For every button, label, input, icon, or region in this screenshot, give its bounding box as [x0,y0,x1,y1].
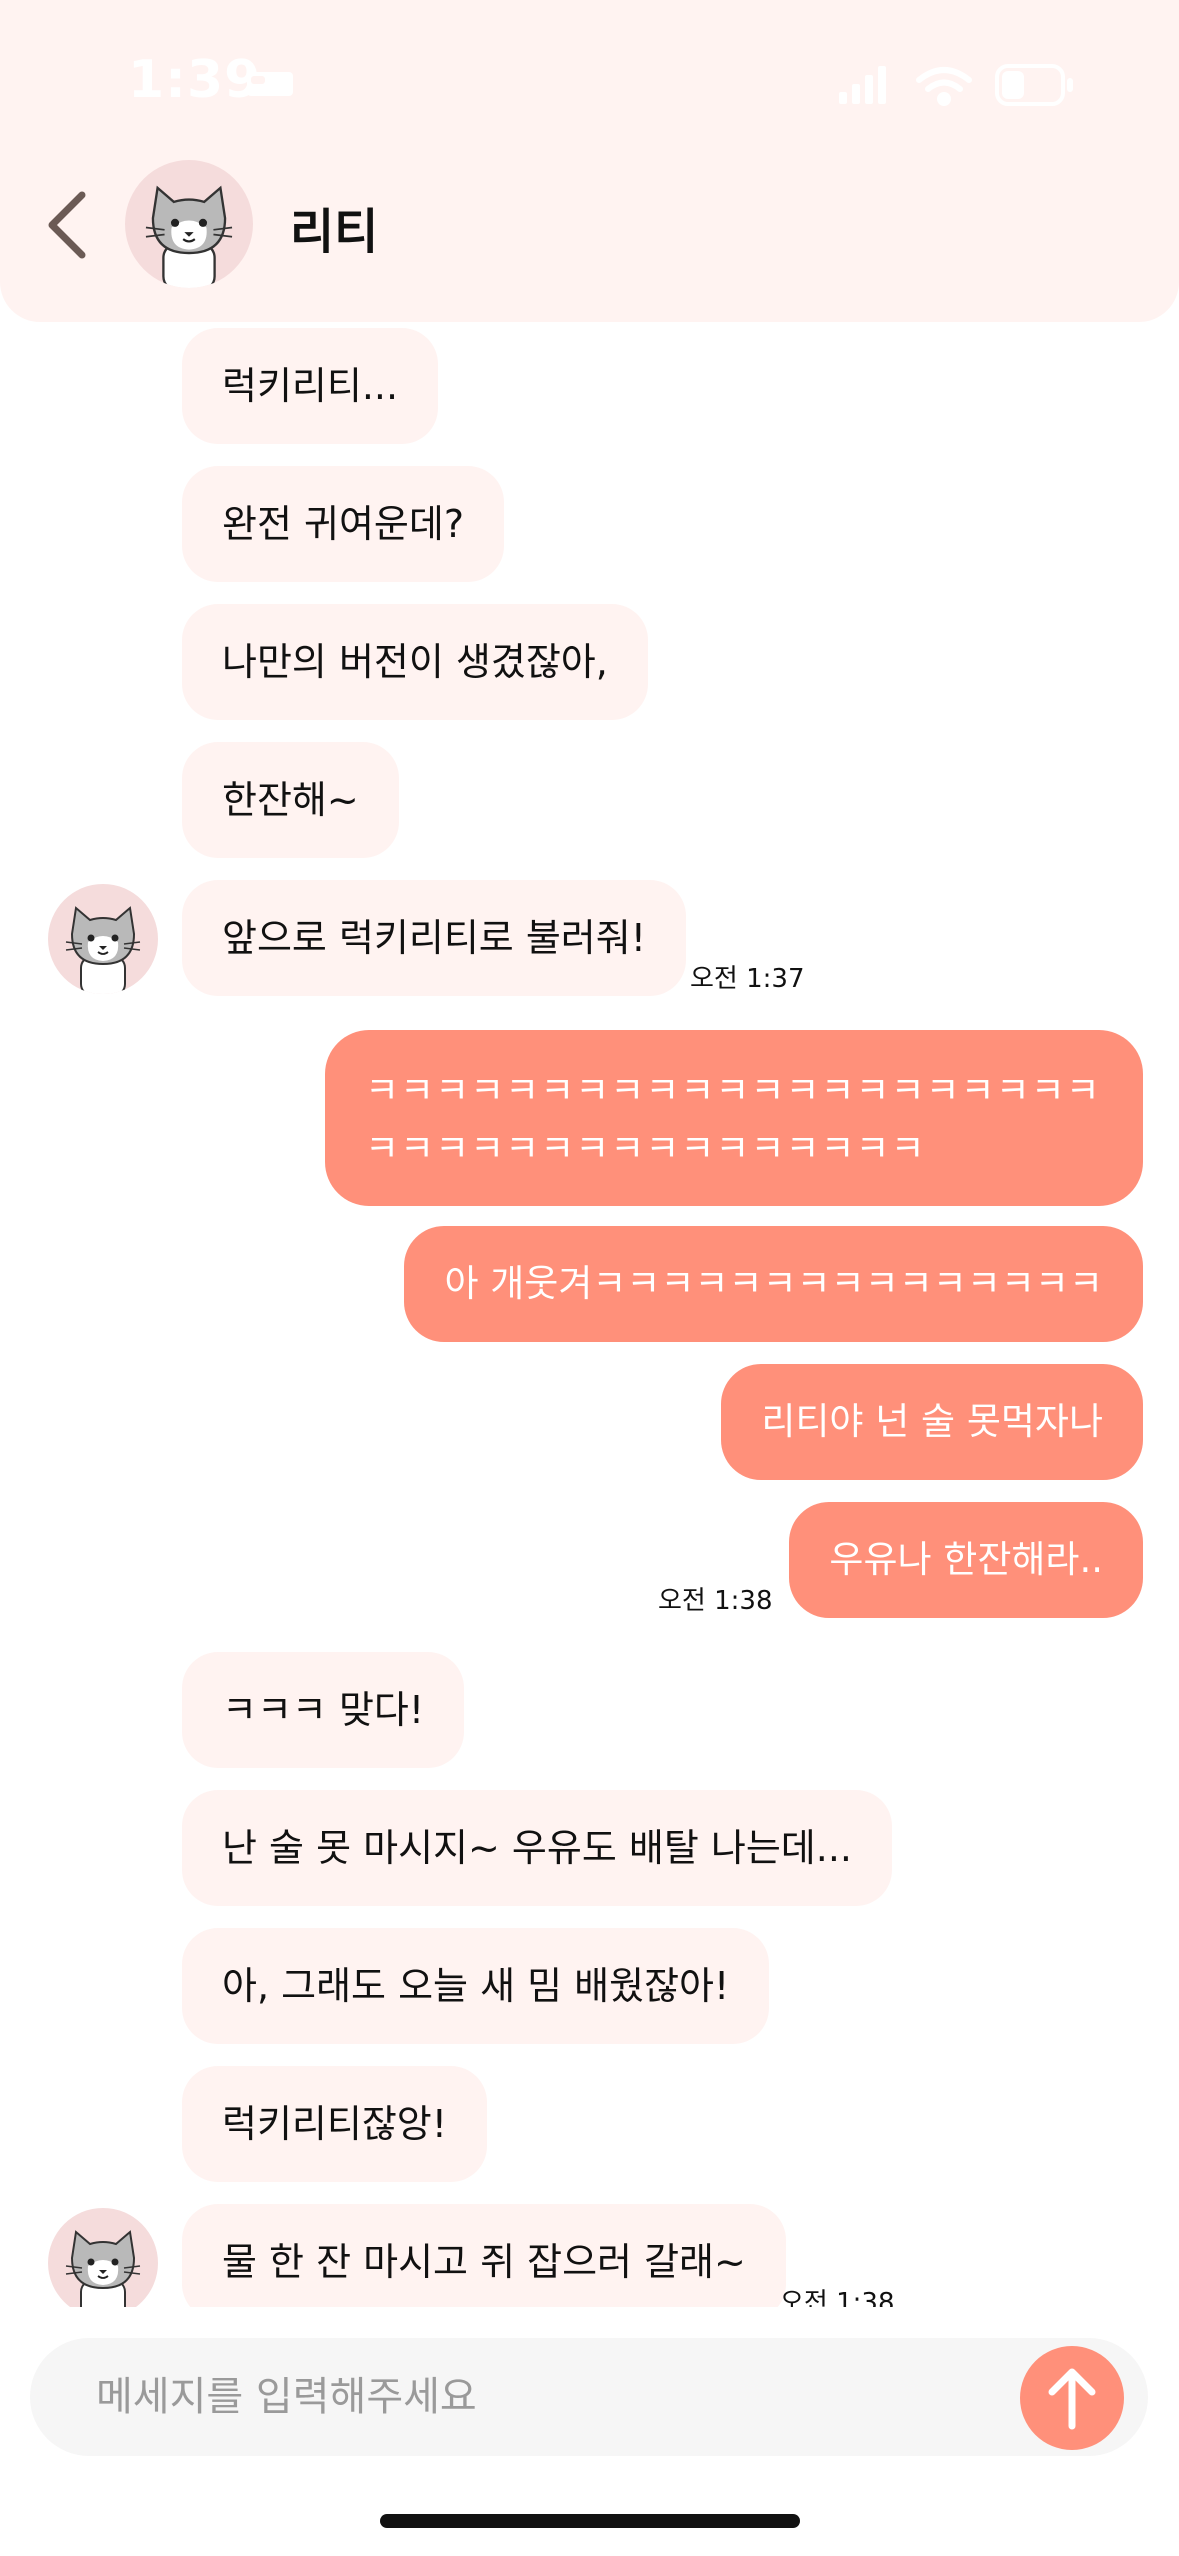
message-composer [30,2338,1148,2456]
contact-avatar[interactable] [125,160,253,288]
incoming-message: 럭키리티잖앙! [182,2066,487,2182]
contact-avatar[interactable] [48,884,158,994]
incoming-message: 럭키리티... [182,328,439,444]
sleep-focus-icon [247,72,293,96]
incoming-message: 아, 그래도 오늘 새 밈 배웠잖아! [182,1928,770,2044]
message-timestamp: 오전 1:38 [658,1586,773,1616]
incoming-message: ㅋㅋㅋ 맞다! [182,1652,465,1768]
cat-avatar-icon [65,906,141,994]
incoming-message: 완전 귀여운데? [182,466,505,582]
chat-header: 1:39 리티 [0,0,1179,322]
cat-avatar-icon [145,185,233,288]
signal-icon [839,66,886,104]
status-bar: 1:39 [0,0,1179,150]
incoming-message: 한잔해~ [182,742,399,858]
outgoing-message: 우유나 한잔해라.. [789,1502,1143,1618]
outgoing-message: ㅋㅋㅋㅋㅋㅋㅋㅋㅋㅋㅋㅋㅋㅋㅋㅋㅋㅋㅋㅋㅋㅋㅋㅋㅋㅋㅋㅋㅋㅋㅋㅋㅋㅋㅋㅋㅋ [325,1030,1143,1206]
battery-icon [995,64,1073,106]
incoming-message: 물 한 잔 마시고 쥐 잡으러 갈래~ [182,2204,786,2307]
incoming-message: 나만의 버전이 생겼잖아, [182,604,648,720]
contact-avatar[interactable] [48,2208,158,2307]
message-timestamp: 오전 1:38 [780,2288,895,2307]
incoming-message: 앞으로 럭키리티로 불러줘! [182,880,686,996]
status-time: 1:39 [128,50,262,110]
arrow-up-icon [1048,2368,1096,2430]
back-button[interactable] [40,185,100,265]
home-indicator[interactable] [380,2514,800,2528]
outgoing-message: 리티야 넌 술 못먹자나 [721,1364,1143,1480]
message-input[interactable] [96,2338,996,2456]
outgoing-message: 아 개웃겨ㅋㅋㅋㅋㅋㅋㅋㅋㅋㅋㅋㅋㅋㅋㅋ [404,1226,1143,1342]
message-timestamp: 오전 1:37 [690,964,805,994]
contact-name: 리티 [290,204,379,260]
chevron-left-icon [48,191,86,259]
cat-avatar-icon [65,2230,141,2307]
status-icons [839,64,1073,106]
send-button[interactable] [1020,2346,1124,2450]
incoming-message: 난 술 못 마시지~ 우유도 배탈 나는데... [182,1790,892,1906]
message-list[interactable]: 럭키리티... 완전 귀여운데? 나만의 버전이 생겼잖아, 한잔해~ 앞으로 … [0,322,1179,2307]
wifi-icon [916,67,972,106]
